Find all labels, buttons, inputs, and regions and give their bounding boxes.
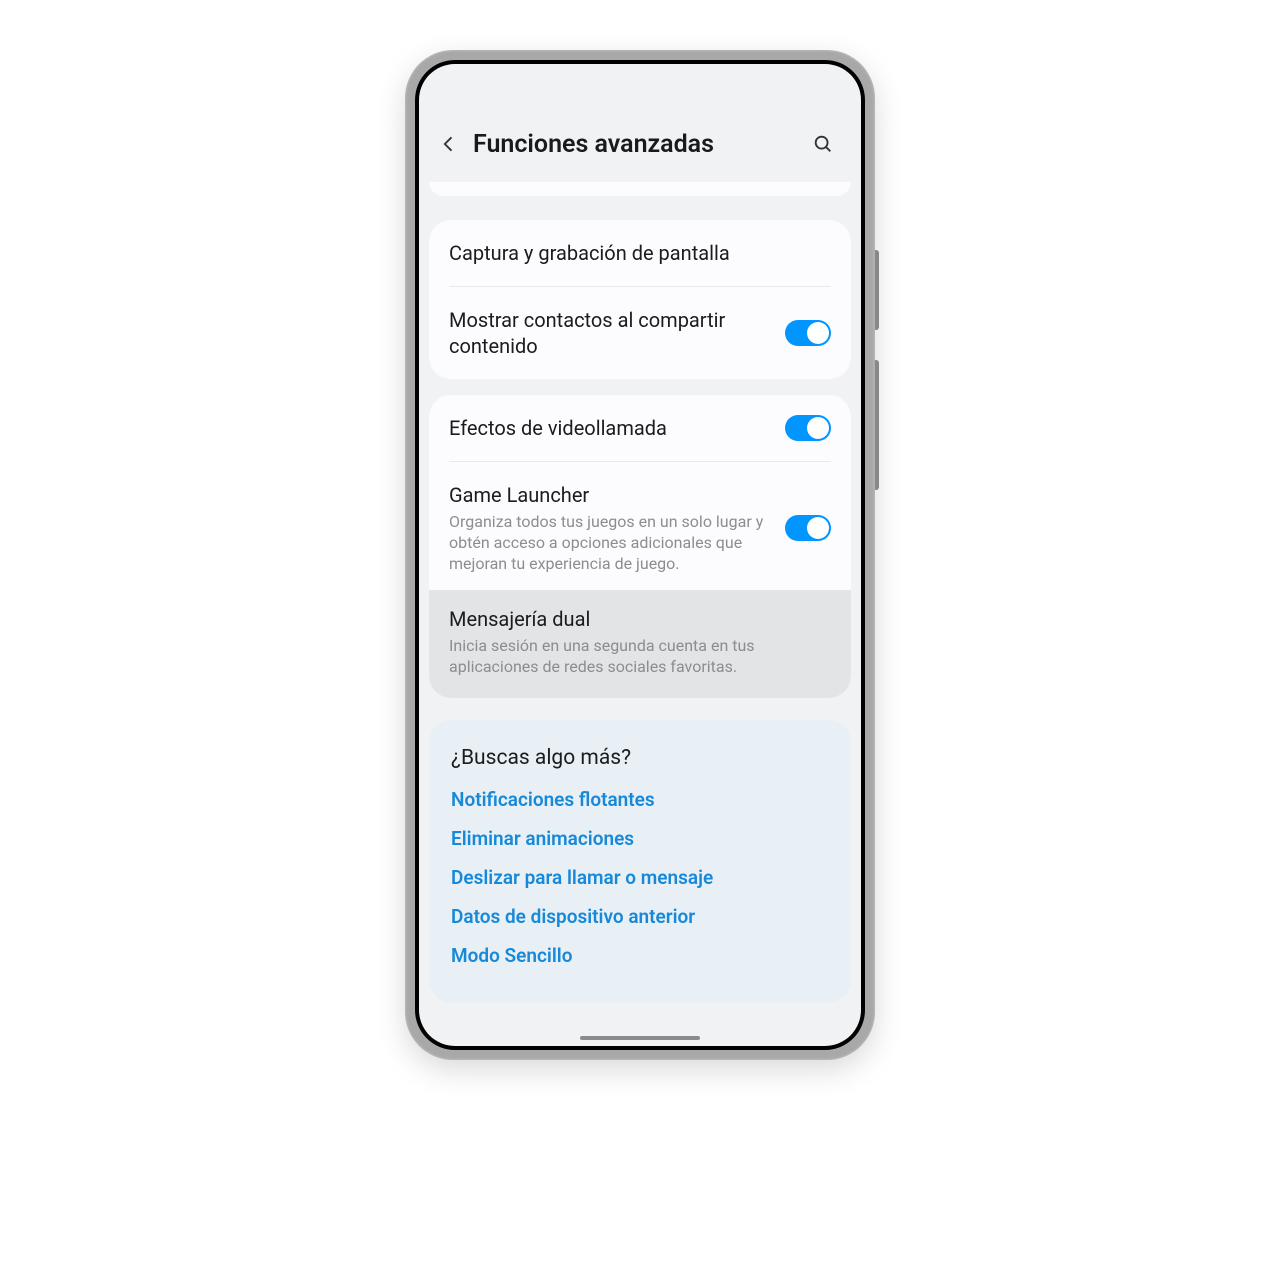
toggle-show-contacts[interactable] bbox=[785, 320, 831, 346]
phone-frame: Funciones avanzadas Captura y grabación … bbox=[405, 50, 875, 1060]
row-show-contacts[interactable]: Mostrar contactos al compartir contenido bbox=[429, 287, 851, 379]
page-title: Funciones avanzadas bbox=[473, 130, 805, 159]
suggestions-card: ¿Buscas algo más? Notificaciones flotant… bbox=[429, 720, 851, 1003]
row-video-effects[interactable]: Efectos de videollamada bbox=[429, 395, 851, 461]
row-title: Mostrar contactos al compartir contenido bbox=[449, 307, 769, 359]
search-button[interactable] bbox=[805, 126, 841, 162]
row-description: Inicia sesión en una segunda cuenta en t… bbox=[449, 636, 831, 678]
row-title: Captura y grabación de pantalla bbox=[449, 240, 831, 266]
suggestions-title: ¿Buscas algo más? bbox=[451, 746, 829, 770]
header: Funciones avanzadas bbox=[419, 114, 861, 182]
content[interactable]: Captura y grabación de pantalla Mostrar … bbox=[419, 182, 861, 1003]
chevron-left-icon bbox=[439, 134, 459, 154]
row-title: Game Launcher bbox=[449, 482, 769, 508]
search-icon bbox=[812, 133, 834, 155]
suggestion-link[interactable]: Modo Sencillo bbox=[451, 944, 829, 967]
row-title: Mensajería dual bbox=[449, 606, 831, 632]
suggestion-link[interactable]: Notificaciones flotantes bbox=[451, 788, 829, 811]
phone-side-button bbox=[875, 250, 879, 330]
row-description: Organiza todos tus juegos en un solo lug… bbox=[449, 512, 769, 574]
back-button[interactable] bbox=[431, 126, 467, 162]
phone-side-button bbox=[875, 360, 879, 490]
suggestion-link[interactable]: Deslizar para llamar o mensaje bbox=[451, 866, 829, 889]
row-title: Efectos de videollamada bbox=[449, 415, 769, 441]
row-screen-capture[interactable]: Captura y grabación de pantalla bbox=[429, 220, 851, 286]
row-dual-messenger[interactable]: Mensajería dual Inicia sesión en una seg… bbox=[429, 590, 851, 698]
card-sliver bbox=[429, 182, 851, 196]
toggle-game-launcher[interactable] bbox=[785, 515, 831, 541]
settings-card: Efectos de videollamada Game Launcher Or… bbox=[429, 395, 851, 698]
screen: Funciones avanzadas Captura y grabación … bbox=[419, 64, 861, 1046]
toggle-video-effects[interactable] bbox=[785, 415, 831, 441]
suggestion-link[interactable]: Eliminar animaciones bbox=[451, 827, 829, 850]
status-bar bbox=[419, 64, 861, 114]
row-game-launcher[interactable]: Game Launcher Organiza todos tus juegos … bbox=[429, 462, 851, 594]
phone-bezel: Funciones avanzadas Captura y grabación … bbox=[415, 60, 865, 1050]
settings-card: Captura y grabación de pantalla Mostrar … bbox=[429, 220, 851, 379]
home-indicator[interactable] bbox=[580, 1036, 700, 1040]
suggestion-link[interactable]: Datos de dispositivo anterior bbox=[451, 905, 829, 928]
